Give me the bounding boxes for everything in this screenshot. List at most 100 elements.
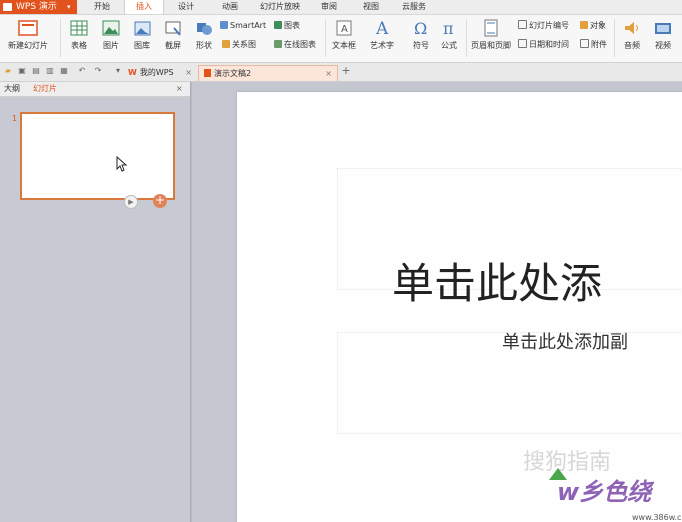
slide-thumb-number: 1	[12, 114, 18, 123]
smartart-button[interactable]: SmartArt	[220, 20, 266, 31]
watermark-url: www.386w.com	[632, 513, 682, 522]
customize-toolbar-icon[interactable]: ▾	[113, 66, 123, 76]
menu-cloud[interactable]: 云服务	[394, 0, 434, 14]
panel-tabs: 大纲 幻灯片 ×	[0, 82, 190, 97]
tab-document-label: 演示文稿2	[214, 69, 252, 78]
symbol-button[interactable]: Ω 符号	[406, 18, 436, 51]
svg-text:Ω: Ω	[414, 19, 427, 38]
menu-design[interactable]: 设计	[166, 0, 206, 14]
audio-button[interactable]: 音频	[618, 18, 646, 51]
slide-number-button[interactable]: 幻灯片编号	[518, 20, 569, 31]
speaker-icon	[625, 22, 638, 34]
print-icon[interactable]: ▥	[45, 66, 55, 76]
slide-panel: 大纲 幻灯片 × 1 ▶ +	[0, 82, 191, 522]
menu-home[interactable]: 开始	[82, 0, 122, 14]
wps-logo-icon	[3, 3, 12, 11]
add-slide-icon[interactable]: +	[153, 194, 167, 208]
relation-icon	[222, 40, 230, 48]
paperclip-icon	[580, 39, 589, 48]
header-footer-button[interactable]: 页眉和页脚	[468, 18, 514, 51]
tab-slides[interactable]: 幻灯片	[33, 82, 57, 96]
divider	[614, 19, 615, 57]
header-footer-label: 页眉和页脚	[471, 41, 511, 50]
object-icon	[580, 21, 588, 29]
app-menu-button[interactable]: WPS 演示 ▾	[0, 0, 77, 14]
close-icon[interactable]: ×	[325, 66, 332, 81]
shape-icon	[197, 23, 212, 35]
calendar-icon	[518, 39, 527, 48]
smartart-label: SmartArt	[230, 21, 267, 30]
watermark-logo: w乡色绕	[557, 478, 652, 506]
menu-slideshow[interactable]: 幻灯片放映	[254, 0, 306, 14]
online-chart-button[interactable]: 在线图表	[274, 39, 316, 50]
relation-button[interactable]: 关系图	[222, 39, 256, 50]
tab-document[interactable]: 演示文稿2 ×	[198, 65, 338, 81]
ribbon: 新建幻灯片 表格 图片 图库 截屏 形状 SmartArt 图表 关系图 在线图…	[0, 15, 682, 63]
slide-number-label: 幻灯片编号	[529, 21, 569, 30]
textbox-icon: A	[336, 20, 352, 36]
save-icon[interactable]: ▣	[17, 66, 27, 76]
play-slide-icon[interactable]: ▶	[124, 195, 138, 209]
slide-title-text[interactable]: 单击此处添	[392, 250, 602, 311]
menu-bar: WPS 演示 ▾ 开始 插入 设计 动画 幻灯片放映 审阅 视图 云服务	[0, 0, 682, 15]
close-icon[interactable]: ×	[185, 65, 192, 80]
app-name: WPS 演示	[16, 2, 57, 12]
table-button[interactable]: 表格	[64, 18, 94, 51]
tab-my-wps-label: 我的WPS	[139, 68, 174, 77]
tab-my-wps[interactable]: W 我的WPS ×	[128, 65, 196, 80]
wps-logo-icon: W	[128, 68, 137, 77]
document-tab-bar: ▰ ▣ ▤ ▥ ▦ ↶ ↷ ▾ W 我的WPS × 演示文稿2 × +	[0, 63, 682, 82]
datetime-button[interactable]: 日期和时间	[518, 39, 569, 50]
wordart-icon: A	[375, 19, 389, 38]
undo-icon[interactable]: ↶	[77, 66, 87, 76]
table-label: 表格	[71, 41, 87, 50]
divider	[466, 19, 467, 57]
screenshot-icon	[165, 21, 181, 36]
chart-button[interactable]: 图表	[274, 20, 300, 31]
formula-button[interactable]: π 公式	[436, 18, 462, 51]
redo-icon[interactable]: ↷	[93, 66, 103, 76]
export-icon[interactable]: ▦	[59, 66, 69, 76]
tab-outline[interactable]: 大纲	[4, 82, 20, 96]
picture-label: 图片	[103, 41, 119, 50]
textbox-button[interactable]: A 文本框	[328, 18, 360, 51]
attachment-button[interactable]: 附件	[580, 39, 607, 50]
video-button[interactable]: 视频	[648, 18, 678, 51]
pi-icon: π	[443, 19, 454, 38]
chevron-down-icon: ▾	[67, 3, 71, 11]
menu-animation[interactable]: 动画	[210, 0, 250, 14]
menu-view[interactable]: 视图	[352, 0, 390, 14]
slide-subtitle-text[interactable]: 单击此处添加副	[502, 328, 628, 354]
relation-label: 关系图	[232, 40, 256, 49]
new-tab-icon[interactable]: +	[341, 65, 351, 76]
gallery-button[interactable]: 图库	[127, 18, 157, 51]
picture-button[interactable]: 图片	[96, 18, 126, 51]
smartart-icon	[220, 21, 228, 29]
shape-button[interactable]: 形状	[189, 18, 219, 51]
gallery-icon	[134, 21, 151, 36]
object-label: 对象	[590, 21, 606, 30]
table-icon	[70, 20, 88, 36]
divider	[60, 19, 61, 57]
open-folder-icon[interactable]: ▰	[3, 66, 13, 76]
symbol-label: 符号	[413, 41, 429, 50]
menu-insert[interactable]: 插入	[124, 0, 164, 14]
datetime-label: 日期和时间	[529, 40, 569, 49]
menu-review[interactable]: 审阅	[310, 0, 348, 14]
chart-icon	[274, 21, 282, 29]
svg-text:A: A	[375, 19, 389, 38]
slide-number-icon	[518, 20, 527, 29]
close-panel-icon[interactable]: ×	[176, 82, 183, 96]
print-preview-icon[interactable]: ▤	[31, 66, 41, 76]
object-button[interactable]: 对象	[580, 20, 606, 31]
slide-thumbnail[interactable]	[20, 112, 175, 200]
screenshot-button[interactable]: 截屏	[158, 18, 188, 51]
new-slide-button[interactable]: 新建幻灯片	[4, 18, 52, 51]
wordart-label: 艺术字	[370, 41, 394, 50]
omega-icon: Ω	[414, 19, 427, 38]
new-slide-label: 新建幻灯片	[8, 41, 48, 50]
online-chart-label: 在线图表	[284, 40, 316, 49]
textbox-label: 文本框	[332, 41, 356, 50]
gallery-label: 图库	[134, 41, 150, 50]
wordart-button[interactable]: A 艺术字	[364, 18, 400, 51]
